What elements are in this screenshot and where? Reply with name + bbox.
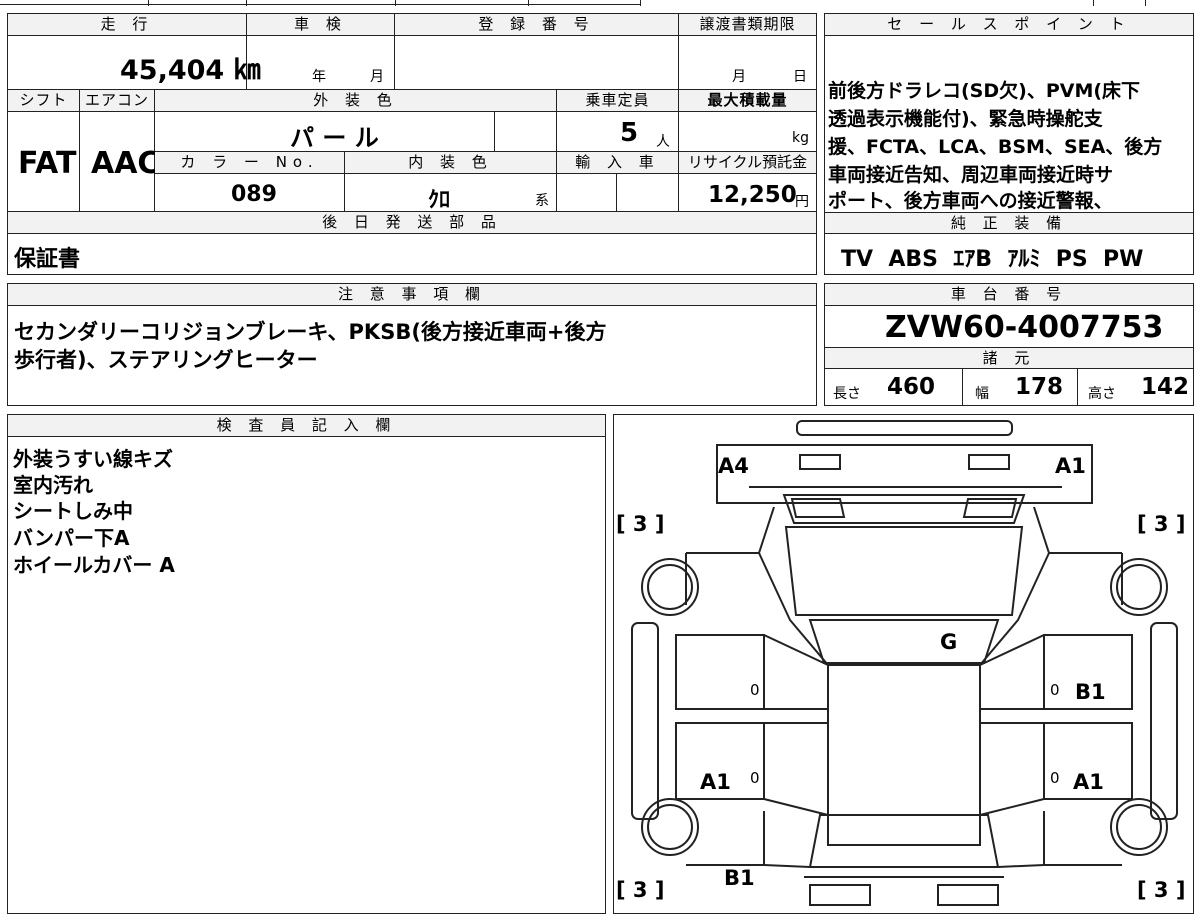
sales-point-line-5: ポート、後方車両への接近警報、 [828,190,1113,212]
equipment-value: TV ABS ｴｱB ｱﾙﾐ PS PW [841,247,1144,272]
mileage-header: 走 行 [8,14,247,36]
mark-b1-rear-left: B1 [724,866,755,890]
notes-line-2: 歩行者)、ステアリングヒーター [14,348,318,372]
sales-point-line-4: 車両接近告知、周辺車両接近時サ [828,164,1114,186]
shift-value: FAT [18,146,77,181]
zero-mark-right-front: 0 [1050,681,1060,699]
inspection-header: 車 検 [247,14,395,36]
transfer-deadline-header: 譲渡書類期限 [679,14,816,36]
interior-color-header: 内 装 色 [345,152,557,174]
inspector-line-5: ホイールカバー A [13,553,175,577]
aircon-header: エアコン [80,90,155,112]
inspection-year-unit: 年 [312,69,326,85]
zero-mark-right-rear: 0 [1050,769,1060,787]
top-cutoff-row [0,0,1200,6]
interior-color-value: ｸﾛ [428,188,451,213]
exterior-color-header: 外 装 色 [155,90,557,112]
color-no-header: カ ラ ー No. [155,152,345,174]
maxload-unit: kg [792,130,809,146]
inspector-line-2: 室内汚れ [13,473,93,497]
sales-point-line-2: 透過表示機能付)、緊急時操舵支 [828,108,1103,130]
notes-line-1: セカンダリーコリジョンブレーキ、PKSB(後方接近車両+後方 [14,320,607,344]
height-value: 142 [1141,374,1190,400]
later-parts-header: 後 日 発 送 部 品 [8,212,816,234]
car-diagram: A4 A1 G B1 A1 A1 B1 [ 3 ] [ 3 ] [ 3 ] [ … [616,420,1185,906]
inspection-month-unit: 月 [370,69,384,85]
inspector-box: 検 査 員 記 入 欄 外装うすい線キズ 室内汚れ シートしみ中 バンパー下A … [7,414,606,914]
sales-points-box: セ ー ル ス ポ イ ン ト 前後方ドラレコ(SD欠)、PVM(床下 透過表示… [824,13,1194,275]
chassis-header: 車 台 番 号 [825,284,1193,306]
sales-point-line-1: 前後方ドラレコ(SD欠)、PVM(床下 [828,80,1141,102]
chassis-box: 車 台 番 号 ZVW60-4007753 諸 元 長さ 460 幅 178 高… [824,283,1194,406]
later-parts-value: 保証書 [14,247,81,272]
transfer-day-unit: 日 [793,69,807,85]
mark-a1-right-rear: A1 [1073,770,1104,794]
mark-b1-right: B1 [1075,680,1106,704]
import-header: 輸 入 車 [557,152,679,174]
registration-header: 登 録 番 号 [395,14,679,36]
recycle-value: 12,250 [708,182,797,208]
mark-g: G [940,630,957,654]
length-label: 長さ [833,386,861,402]
shift-header: シフト [8,90,80,112]
vehicle-info-table: 走 行 車 検 登 録 番 号 譲渡書類期限 45,404 ㎞ 年 月 月 日 … [7,13,817,275]
tire-depth-front-left: [ 3 ] [616,512,664,536]
mileage-value: 45,404 ㎞ [120,55,261,86]
capacity-unit: 人 [656,134,670,150]
mark-a1-left-rear: A1 [700,770,731,794]
recycle-header: リサイクル預託金 [679,152,816,174]
height-label: 高さ [1088,386,1116,402]
width-value: 178 [1015,374,1064,400]
maxload-header: 最大積載量 [679,90,816,112]
mark-a1-front-right: A1 [1055,454,1086,478]
specs-header: 諸 元 [825,347,1193,369]
notes-box: 注 意 事 項 欄 セカンダリーコリジョンブレーキ、PKSB(後方接近車両+後方… [7,283,817,406]
capacity-value: 5 [620,118,639,148]
zero-mark-left-front: 0 [750,681,760,699]
aircon-value: AAC [91,146,160,181]
tire-depth-rear-left: [ 3 ] [616,878,664,902]
sales-point-line-3: 援、FCTA、LCA、BSM、SEA、後方 [828,136,1163,158]
inspector-line-4: バンパー下A [13,526,130,550]
mark-a4: A4 [718,454,749,478]
capacity-header: 乗車定員 [557,90,679,112]
tire-depth-front-right: [ 3 ] [1137,512,1185,536]
width-label: 幅 [975,386,989,402]
exterior-color-value: パ ー ル [290,124,379,152]
equipment-header: 純 正 装 備 [825,212,1193,234]
sales-points-header: セ ー ル ス ポ イ ン ト [825,14,1193,36]
recycle-unit: 円 [795,194,809,210]
color-no-value: 089 [231,182,277,207]
inspector-header: 検 査 員 記 入 欄 [8,415,605,437]
inspector-line-3: シートしみ中 [13,499,133,523]
tire-depth-rear-right: [ 3 ] [1137,878,1185,902]
zero-mark-left-rear: 0 [750,769,760,787]
inspector-line-1: 外装うすい線キズ [13,447,173,471]
length-value: 460 [887,374,936,400]
notes-header: 注 意 事 項 欄 [8,284,816,306]
chassis-number: ZVW60-4007753 [885,310,1164,345]
transfer-month-unit: 月 [732,69,746,85]
interior-suffix: 系 [535,193,549,209]
car-diagram-box: A4 A1 G B1 A1 A1 B1 [ 3 ] [ 3 ] [ 3 ] [ … [613,414,1194,914]
